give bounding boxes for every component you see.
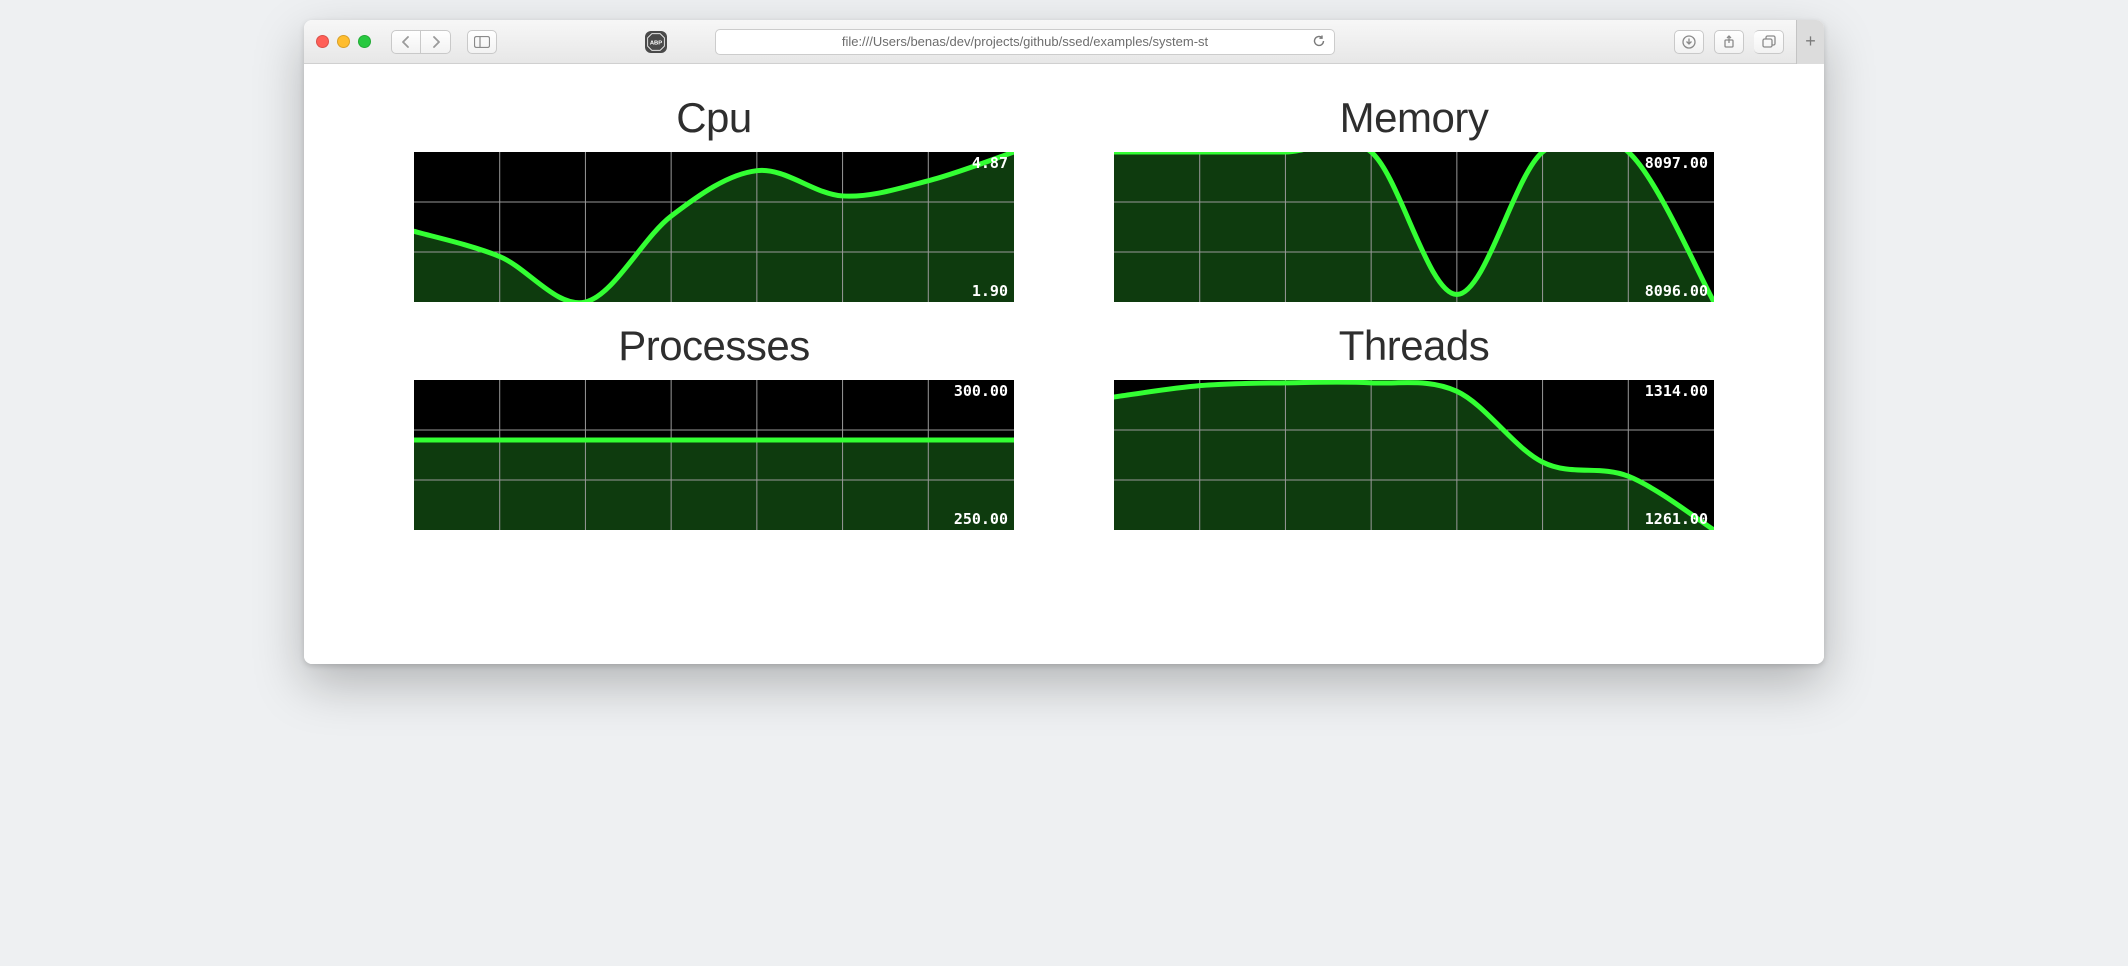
chart-max-label: 300.00	[954, 382, 1008, 400]
maximize-window-button[interactable]	[358, 35, 371, 48]
chart-min-label: 250.00	[954, 510, 1008, 528]
download-icon	[1682, 35, 1696, 49]
nav-buttons	[391, 30, 451, 54]
share-button[interactable]	[1714, 30, 1744, 54]
downloads-button[interactable]	[1674, 30, 1704, 54]
window-controls	[316, 35, 371, 48]
sidebar-icon	[474, 36, 490, 48]
chart-min-label: 1.90	[972, 282, 1008, 300]
chart-memory: Memory 8097.00 8096.00	[1104, 94, 1724, 302]
chart-max-label: 8097.00	[1645, 154, 1708, 172]
address-bar[interactable]: file:///Users/benas/dev/projects/github/…	[715, 29, 1335, 55]
chart-plot: 300.00 250.00	[414, 380, 1014, 530]
chart-title: Cpu	[404, 94, 1024, 142]
chart-threads: Threads 1314.00 1261.00	[1104, 322, 1724, 530]
new-tab-button[interactable]: +	[1796, 20, 1824, 64]
tabs-icon	[1761, 35, 1777, 49]
chart-title: Threads	[1104, 322, 1724, 370]
chevron-left-icon	[401, 36, 411, 48]
url-text: file:///Users/benas/dev/projects/github/…	[842, 34, 1208, 49]
tabs-button[interactable]	[1754, 30, 1784, 54]
abp-extension-icon[interactable]: ABP	[645, 31, 667, 53]
chart-plot: 4.87 1.90	[414, 152, 1014, 302]
page-content: Cpu 4.87 1.90 Memory 8097.00 8096.00 Pro…	[304, 64, 1824, 664]
chart-max-label: 4.87	[972, 154, 1008, 172]
browser-window: ABP file:///Users/benas/dev/projects/git…	[304, 20, 1824, 664]
minimize-window-button[interactable]	[337, 35, 350, 48]
chart-min-label: 1261.00	[1645, 510, 1708, 528]
close-window-button[interactable]	[316, 35, 329, 48]
toolbar-right	[1674, 30, 1784, 54]
titlebar: ABP file:///Users/benas/dev/projects/git…	[304, 20, 1824, 64]
chart-processes: Processes 300.00 250.00	[404, 322, 1024, 530]
chart-plot: 1314.00 1261.00	[1114, 380, 1714, 530]
back-button[interactable]	[391, 30, 421, 54]
chart-cpu: Cpu 4.87 1.90	[404, 94, 1024, 302]
plus-icon: +	[1805, 31, 1816, 52]
chart-min-label: 8096.00	[1645, 282, 1708, 300]
reload-button[interactable]	[1312, 34, 1326, 51]
chart-plot: 8097.00 8096.00	[1114, 152, 1714, 302]
chart-title: Memory	[1104, 94, 1724, 142]
forward-button[interactable]	[421, 30, 451, 54]
svg-text:ABP: ABP	[650, 40, 662, 46]
reload-icon	[1312, 34, 1326, 48]
sidebar-toggle-button[interactable]	[467, 30, 497, 54]
share-icon	[1722, 35, 1736, 49]
chart-max-label: 1314.00	[1645, 382, 1708, 400]
stop-sign-icon: ABP	[646, 32, 666, 52]
charts-grid: Cpu 4.87 1.90 Memory 8097.00 8096.00 Pro…	[404, 94, 1724, 530]
chart-title: Processes	[404, 322, 1024, 370]
chevron-right-icon	[431, 36, 441, 48]
